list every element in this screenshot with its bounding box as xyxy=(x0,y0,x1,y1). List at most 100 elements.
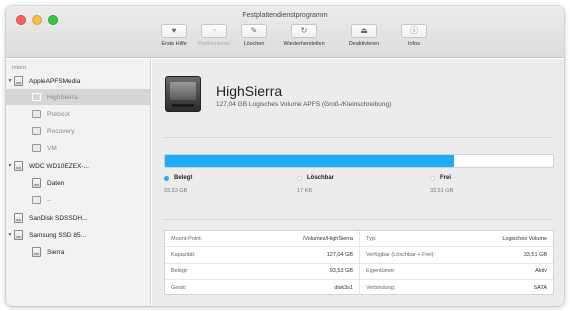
volume-name: HighSierra xyxy=(216,83,283,99)
sidebar-item-volume[interactable]: VM xyxy=(6,140,151,156)
info-value: 33,51 GB xyxy=(523,251,547,258)
info-key: Verbindung: xyxy=(366,284,396,291)
disclosure-triangle-icon[interactable]: ▼ xyxy=(6,163,14,169)
info-key: Verfügbar (Löschbar + Frei): xyxy=(366,251,435,258)
sidebar-item-label: VM xyxy=(47,144,57,152)
volume-icon xyxy=(32,144,41,152)
volume-icon xyxy=(32,196,41,204)
table-cell: Verbindung: SATA xyxy=(359,279,553,296)
table-cell: Mount-Point: /Volumes/HighSierra xyxy=(165,231,359,246)
info-key: Typ: xyxy=(366,235,377,242)
table-row: Belegt: 93,53 GB Eigentümer: Aktiv xyxy=(165,263,553,280)
sidebar-item-disk[interactable]: SanDisk SDSSDH... xyxy=(6,210,151,226)
disclosure-triangle-icon[interactable]: ▼ xyxy=(6,232,14,238)
usage-bar-fill-used xyxy=(165,155,455,167)
info-button[interactable]: ⓘ Infos xyxy=(394,24,434,47)
stethoscope-icon: ♥ xyxy=(161,24,187,38)
info-label: Infos xyxy=(408,41,420,47)
sidebar-item-volume-selected[interactable]: HighSierra xyxy=(6,89,151,105)
hard-drive-icon xyxy=(32,178,41,188)
legend-dot-used-icon xyxy=(164,175,169,181)
sidebar-item-volume[interactable]: Sierra xyxy=(6,244,151,260)
legend-purgeable: Löschbar 17 KB xyxy=(297,175,334,194)
table-cell: Typ: Logisches Volume xyxy=(359,231,553,247)
info-value: Logisches Volume xyxy=(502,235,547,242)
title-bar: Festplattendienstprogramm ♥ Erste Hilfe … xyxy=(6,6,564,58)
volume-description: 127,04 GB Logisches Volume APFS (Groß-/K… xyxy=(216,101,392,108)
unmount-label: Deaktivieren xyxy=(348,41,380,47)
unmount-button[interactable]: ⏏ Deaktivieren xyxy=(334,24,394,47)
legend-value: 33,51 GB xyxy=(430,188,454,194)
table-row: Gerät: disk3s1 Verbindung: SATA xyxy=(165,279,553,296)
info-key: Mount-Point: xyxy=(171,235,203,242)
disclosure-triangle-icon[interactable]: ▼ xyxy=(6,78,14,84)
info-icon: ⓘ xyxy=(401,24,427,38)
eject-icon: ⏏ xyxy=(351,24,377,38)
divider xyxy=(164,137,552,138)
table-row: Kapazität: 127,04 GB Verfügbar (Löschbar… xyxy=(165,247,553,264)
partition-pie-icon: ◔ xyxy=(201,24,227,38)
sidebar-item-volume[interactable]: Daten xyxy=(6,175,151,191)
sidebar-item-label: Samsung SSD 85... xyxy=(29,231,87,239)
sidebar-section-header: Intern xyxy=(12,65,27,71)
info-value: 127,04 GB xyxy=(326,251,353,258)
legend-free: Frei 33,51 GB xyxy=(430,175,453,194)
erase-label: Löschen xyxy=(243,41,265,47)
main-content: HighSierra 127,04 GB Logisches Volume AP… xyxy=(152,59,564,306)
info-value: 93,53 GB xyxy=(329,268,353,275)
sidebar-item-label: Recovery xyxy=(47,127,75,135)
volume-icon xyxy=(32,93,41,101)
legend-label: Frei xyxy=(440,175,452,181)
volume-drive-icon xyxy=(165,76,201,112)
info-key: Kapazität: xyxy=(171,251,196,258)
sidebar-item-label: -- xyxy=(47,196,52,204)
divider xyxy=(164,219,552,220)
sidebar-item-disk[interactable]: ▼ Samsung SSD 85... xyxy=(6,227,151,243)
table-cell: Gerät: disk3s1 xyxy=(165,280,359,296)
disk-utility-window: Festplattendienstprogramm ♥ Erste Hilfe … xyxy=(6,6,564,306)
erase-button[interactable]: ✎ Löschen xyxy=(234,24,274,47)
legend-value: 93,53 GB xyxy=(164,188,188,194)
table-row: Mount-Point: /Volumes/HighSierra Typ: Lo… xyxy=(165,231,553,248)
info-key: Gerät: xyxy=(171,284,187,291)
hard-drive-icon xyxy=(14,230,23,240)
info-key: Belegt: xyxy=(171,268,189,275)
info-value: Aktiv xyxy=(535,268,547,275)
sidebar-item-label: HighSierra xyxy=(47,93,78,101)
table-cell: Verfügbar (Löschbar + Frei): 33,51 GB xyxy=(359,247,553,263)
sidebar-item-label: WDC WD10EZEX-... xyxy=(29,162,89,170)
erase-icon: ✎ xyxy=(241,24,267,38)
table-cell: Eigentümer: Aktiv xyxy=(359,263,553,279)
window-title: Festplattendienstprogramm xyxy=(242,12,328,19)
sidebar-item-disk[interactable]: ▼ AppleAPFSMedia xyxy=(6,73,151,89)
info-value: /Volumes/HighSierra xyxy=(302,235,353,242)
hard-drive-icon xyxy=(32,247,41,257)
sidebar-item-volume[interactable]: -- xyxy=(6,192,151,208)
restore-label: Wiederherstellen xyxy=(283,41,325,47)
partition-button[interactable]: ◔ Partitionieren xyxy=(194,24,234,47)
first-aid-label: Erste Hilfe xyxy=(161,41,187,47)
hard-drive-icon xyxy=(14,76,23,86)
sidebar-item-volume[interactable]: Preboot xyxy=(6,106,151,122)
legend-value: 17 KB xyxy=(297,188,312,194)
info-value: SATA xyxy=(533,284,547,291)
volume-icon xyxy=(32,127,41,135)
first-aid-button[interactable]: ♥ Erste Hilfe xyxy=(154,24,194,47)
volume-icon xyxy=(32,110,41,118)
table-cell: Belegt: 93,53 GB xyxy=(165,264,359,279)
legend-label: Löschbar xyxy=(307,175,335,181)
toolbar: ♥ Erste Hilfe ◔ Partitionieren ✎ Löschen… xyxy=(154,24,434,47)
hard-drive-icon xyxy=(14,161,23,171)
sidebar-item-label: Daten xyxy=(47,179,65,187)
table-cell: Kapazität: 127,04 GB xyxy=(165,247,359,262)
info-key: Eigentümer: xyxy=(366,268,396,275)
sidebar-item-volume[interactable]: Recovery xyxy=(6,123,151,139)
sidebar-item-label: Preboot xyxy=(47,110,70,118)
partition-label: Partitionieren xyxy=(197,41,231,47)
legend-used: Belegt 93,53 GB xyxy=(164,175,192,194)
legend-dot-free-icon xyxy=(430,175,435,181)
restore-button[interactable]: ↻ Wiederherstellen xyxy=(274,24,334,47)
info-table: Mount-Point: /Volumes/HighSierra Typ: Lo… xyxy=(164,230,554,296)
sidebar-item-disk[interactable]: ▼ WDC WD10EZEX-... xyxy=(6,158,151,174)
legend-label: Belegt xyxy=(174,175,193,181)
